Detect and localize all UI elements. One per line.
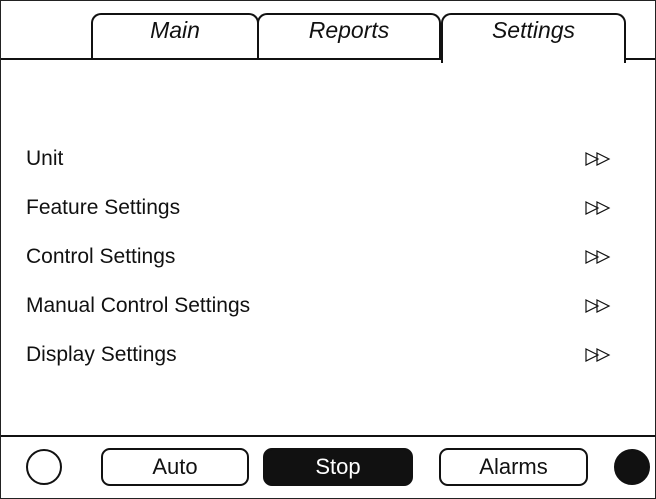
- menu-item-label: Display Settings: [26, 343, 177, 366]
- settings-menu: Unit Feature Settings Control Settings M…: [1, 134, 655, 379]
- menu-item-manual-control-settings[interactable]: Manual Control Settings: [1, 281, 655, 330]
- tab-bar: Main Reports Settings: [1, 1, 655, 63]
- bottom-bar: Auto Stop Alarms: [1, 435, 655, 498]
- tab-main[interactable]: Main: [91, 13, 259, 58]
- menu-item-feature-settings[interactable]: Feature Settings: [1, 183, 655, 232]
- double-arrow-right-icon: [585, 348, 611, 362]
- empty-circle-indicator[interactable]: [26, 449, 62, 485]
- double-arrow-right-icon: [585, 250, 611, 264]
- tab-reports[interactable]: Reports: [257, 13, 441, 58]
- alarms-button[interactable]: Alarms: [439, 448, 588, 486]
- menu-item-label: Manual Control Settings: [26, 294, 251, 317]
- stop-button[interactable]: Stop: [263, 448, 413, 486]
- menu-item-control-settings[interactable]: Control Settings: [1, 232, 655, 281]
- hmi-screen: Main Reports Settings Unit Feature Setti…: [0, 0, 656, 499]
- menu-item-unit[interactable]: Unit: [1, 134, 655, 183]
- menu-item-display-settings[interactable]: Display Settings: [1, 330, 655, 379]
- double-arrow-right-icon: [585, 299, 611, 313]
- double-arrow-right-icon: [585, 152, 611, 166]
- auto-button[interactable]: Auto: [101, 448, 249, 486]
- tab-settings[interactable]: Settings: [441, 13, 626, 63]
- menu-item-label: Feature Settings: [26, 196, 181, 219]
- filled-circle-indicator[interactable]: [614, 449, 650, 485]
- double-arrow-right-icon: [585, 201, 611, 215]
- menu-item-label: Control Settings: [26, 245, 176, 268]
- menu-item-label: Unit: [26, 147, 64, 170]
